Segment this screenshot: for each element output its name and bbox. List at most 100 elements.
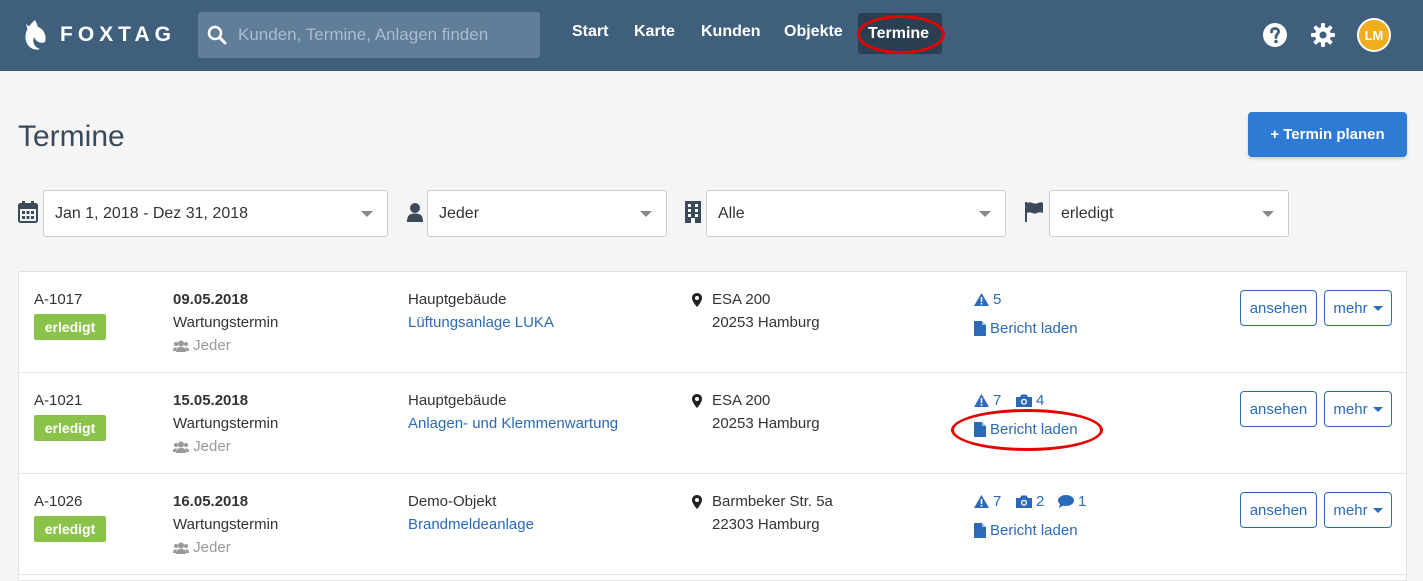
warning-icon [974,495,989,508]
assignee-label: Jeder [193,438,231,455]
status-badge: erledigt [34,516,106,542]
map-marker-icon [692,394,702,408]
more-dropdown-button[interactable]: mehr [1324,391,1392,427]
user-icon [407,203,423,222]
chevron-down-icon [979,211,991,217]
caret-down-icon [1372,305,1383,311]
building-name: Hauptgebäude [408,392,507,409]
status-select[interactable]: erledigt [1049,190,1289,237]
report-download-link[interactable]: Bericht laden [974,421,1078,438]
users-icon [173,542,189,555]
nav-kunden[interactable]: Kunden [701,23,761,41]
nav-objekte[interactable]: Objekte [784,23,843,41]
assignee-label: Jeder [193,539,231,556]
appointment-type: Wartungstermin [173,415,279,432]
warnings-count[interactable]: 5 [974,291,1001,308]
gear-icon[interactable] [1310,22,1336,48]
camera-icon [1016,495,1032,508]
comments-count[interactable]: 1 [1058,493,1086,510]
status-badge: erledigt [34,314,106,340]
page-title: Termine [18,120,125,153]
user-value: Jeder [439,205,480,222]
view-button[interactable]: ansehen [1240,391,1317,427]
fox-logo-icon [25,20,46,50]
view-button[interactable]: ansehen [1240,492,1317,528]
status-value: erledigt [1061,205,1114,222]
comment-icon [1058,495,1074,508]
status-badge: erledigt [34,415,106,441]
warning-icon [974,394,989,407]
warnings-count[interactable]: 7 [974,493,1001,510]
address-city: 22303 Hamburg [712,516,820,533]
building-icon [685,201,701,223]
logo-text: FOXTAG [60,23,176,46]
building-name: Hauptgebäude [408,291,507,308]
top-navbar: FOXTAG Start Karte Kunden Objekte Termin… [0,0,1423,71]
calendar-icon [18,201,38,223]
help-icon[interactable] [1262,22,1288,48]
chevron-down-icon [1262,211,1274,217]
address-street: Barmbeker Str. 5a [712,493,833,510]
report-download-link[interactable]: Bericht laden [974,320,1078,337]
search-box [198,12,540,58]
appointment-date: 09.05.2018 [173,291,249,308]
appointment-type: Wartungstermin [173,516,279,533]
appointment-date: 16.05.2018 [173,493,249,510]
map-marker-icon [692,495,702,509]
appointment-date: 15.05.2018 [173,392,249,409]
nav-karte[interactable]: Karte [634,23,675,41]
warning-icon [974,293,989,306]
nav-termine[interactable]: Termine [858,13,942,54]
users-icon [173,441,189,454]
file-icon [974,523,986,538]
system-link[interactable]: Brandmeldeanlage [408,516,534,533]
appointment-id: A-1026 [34,493,83,510]
nav-start[interactable]: Start [572,23,608,41]
file-icon [974,422,986,437]
add-appointment-button[interactable]: + Termin planen [1248,112,1407,157]
more-dropdown-button[interactable]: mehr [1324,492,1392,528]
search-icon [207,25,227,45]
building-name: Demo-Objekt [408,493,497,510]
camera-icon [1016,394,1032,407]
building-select[interactable]: Alle [706,190,1006,237]
date-range-select[interactable]: Jan 1, 2018 - Dez 31, 2018 [43,190,388,237]
map-marker-icon [692,293,702,307]
chevron-down-icon [640,211,652,217]
system-link[interactable]: Lüftungsanlage LUKA [408,314,554,331]
table-row[interactable]: A-1026 erledigt 16.05.2018 Wartungstermi… [19,474,1406,575]
building-value: Alle [718,205,745,222]
assignee-label: Jeder [193,337,231,354]
appointment-id: A-1021 [34,392,83,409]
address-street: ESA 200 [712,392,771,409]
address-city: 20253 Hamburg [712,314,820,331]
assignee: Jeder [173,539,231,556]
more-dropdown-button[interactable]: mehr [1324,290,1392,326]
users-icon [173,340,189,353]
appointments-list: A-1017 erledigt 09.05.2018 Wartungstermi… [18,271,1407,581]
view-button[interactable]: ansehen [1240,290,1317,326]
date-range-value: Jan 1, 2018 - Dez 31, 2018 [55,205,249,222]
system-link[interactable]: Anlagen- und Klemmenwartung [408,415,618,432]
address-street: ESA 200 [712,291,771,308]
report-download-link[interactable]: Bericht laden [974,522,1078,539]
address-city: 20253 Hamburg [712,415,820,432]
table-row[interactable]: A-1017 erledigt 09.05.2018 Wartungstermi… [19,272,1406,373]
logo[interactable]: FOXTAG [22,18,176,52]
nav-termine-label: Termine [868,25,930,42]
appointment-type: Wartungstermin [173,314,279,331]
assignee: Jeder [173,438,231,455]
flag-icon [1025,202,1043,222]
photos-count[interactable]: 4 [1016,392,1044,409]
search-input[interactable] [238,12,533,58]
warnings-count[interactable]: 7 [974,392,1001,409]
user-select[interactable]: Jeder [427,190,667,237]
caret-down-icon [1372,406,1383,412]
file-icon [974,321,986,336]
appointment-id: A-1017 [34,291,83,308]
caret-down-icon [1372,507,1383,513]
photos-count[interactable]: 2 [1016,493,1044,510]
assignee: Jeder [173,337,231,354]
table-row[interactable]: A-1021 erledigt 15.05.2018 Wartungstermi… [19,373,1406,474]
avatar[interactable]: LM [1357,18,1391,52]
